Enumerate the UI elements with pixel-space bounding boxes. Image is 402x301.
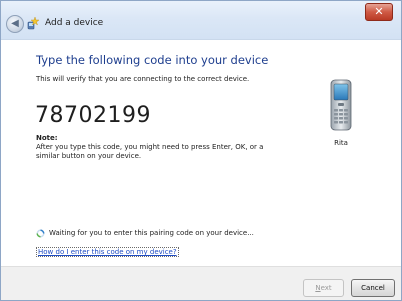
device-name: Rita: [334, 139, 348, 147]
title-bar: ✕ ◀ Add a device: [1, 1, 401, 40]
page-heading: Type the following code into your device: [36, 53, 269, 67]
instruction-text: This will verify that you are connecting…: [36, 75, 250, 83]
back-button[interactable]: ◀: [6, 15, 24, 33]
next-button[interactable]: Next: [303, 279, 344, 297]
add-device-icon: [27, 16, 40, 30]
status-text: Waiting for you to enter this pairing co…: [49, 229, 254, 237]
note-text: After you type this code, you might need…: [36, 143, 264, 160]
button-bar: Next Cancel: [1, 266, 401, 300]
spinner-icon: [36, 229, 45, 238]
cancel-button[interactable]: Cancel: [351, 279, 395, 297]
phone-icon: [330, 79, 352, 131]
close-button[interactable]: ✕: [365, 3, 393, 21]
note-label: Note:: [36, 134, 58, 142]
content-area: Type the following code into your device…: [1, 40, 401, 266]
back-arrow-icon: ◀: [11, 18, 19, 29]
help-link[interactable]: How do I enter this code on my device?: [36, 247, 179, 257]
close-icon: ✕: [374, 5, 384, 18]
add-device-window: ✕ ◀ Add a device Type the following code…: [0, 0, 402, 301]
window-title: Add a device: [45, 18, 104, 28]
next-button-label: ext: [320, 284, 332, 292]
pairing-code: 78702199: [35, 103, 151, 128]
